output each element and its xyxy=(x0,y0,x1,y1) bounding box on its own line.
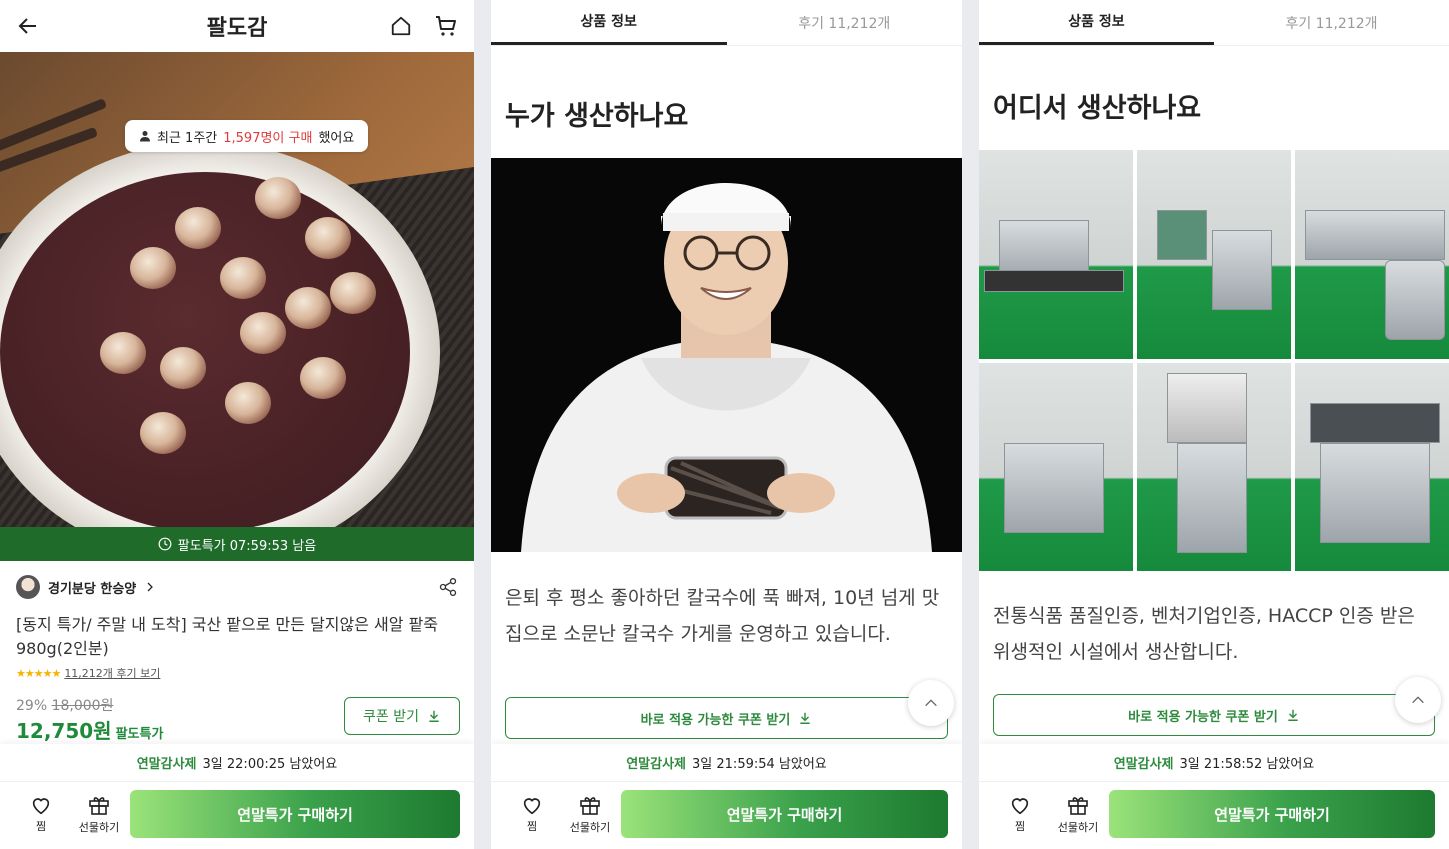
sale-price: 12,750원 xyxy=(16,719,112,743)
facility-photo xyxy=(1137,150,1291,359)
facility-panel: 상품 정보 후기 11,212개 어디서 생산하나요 전통식품 품질인증, 벤처… xyxy=(979,0,1449,849)
cart-icon[interactable] xyxy=(434,14,458,38)
coupon-wide-button[interactable]: 바로 적용 가능한 쿠폰 받기 xyxy=(505,697,948,739)
facility-photo-grid xyxy=(979,150,1449,571)
event-banner: 연말감사제 3일 21:58:52 남았어요 xyxy=(979,744,1449,782)
deal-timer-text: 팔도특가 07:59:53 남음 xyxy=(177,538,317,554)
facility-photo xyxy=(1295,150,1449,359)
coupon-button[interactable]: 쿠폰 받기 xyxy=(344,697,460,735)
badge-prefix: 최근 1주간 xyxy=(157,130,218,146)
producer-photo xyxy=(491,158,962,552)
badge-highlight: 1,597명이 구매 xyxy=(223,130,313,146)
wish-label: 찜 xyxy=(1014,820,1026,833)
person-icon xyxy=(139,130,151,142)
event-countdown: 3일 21:59:54 남았어요 xyxy=(692,757,827,772)
seller-row: 경기분당 한승양 xyxy=(0,561,474,605)
chevron-right-icon xyxy=(144,581,156,593)
detail-tabs: 상품 정보 후기 11,212개 xyxy=(491,0,962,46)
coupon-wide-button[interactable]: 바로 적용 가능한 쿠폰 받기 xyxy=(993,694,1435,736)
back-arrow-icon[interactable] xyxy=(16,14,40,38)
buy-button[interactable]: 연말특가 구매하기 xyxy=(621,790,948,838)
recent-purchase-badge: 최근 1주간 1,597명이 구매 했어요 xyxy=(125,120,369,152)
gift-icon xyxy=(1066,793,1090,817)
section-heading: 어디서 생산하나요 xyxy=(993,93,1202,124)
heart-icon xyxy=(30,794,52,816)
facility-photo xyxy=(1137,362,1291,571)
gift-icon xyxy=(87,793,111,817)
price-area: 29% 18,000원 12,750원 팔도특가 쿠폰 받기 xyxy=(0,685,474,745)
gift-icon xyxy=(578,793,602,817)
deal-timer-bar: 팔도특가 07:59:53 남음 xyxy=(0,527,474,561)
badge-suffix: 했어요 xyxy=(318,130,355,146)
tab-reviews[interactable]: 후기 11,212개 xyxy=(727,0,963,45)
wish-button[interactable]: 찜 xyxy=(503,794,561,834)
tab-product-info[interactable]: 상품 정보 xyxy=(979,0,1214,45)
facility-photo xyxy=(979,362,1133,571)
bottom-bar: 연말감사제 3일 21:59:54 남았어요 찜 선물하기 연말특가 구매하기 xyxy=(491,744,962,849)
product-panel: 팔도감 최근 1주간 1,597명이 구매 했어요 팔도특가 07:59:53 … xyxy=(0,0,474,849)
heart-icon xyxy=(1009,794,1031,816)
gift-button[interactable]: 선물하기 xyxy=(1049,793,1107,835)
tab-reviews[interactable]: 후기 11,212개 xyxy=(1214,0,1449,45)
home-icon[interactable] xyxy=(390,14,412,38)
event-name: 연말감사제 xyxy=(136,757,197,772)
section-heading: 누가 생산하나요 xyxy=(505,101,689,132)
event-name: 연말감사제 xyxy=(626,757,687,772)
detail-tabs: 상품 정보 후기 11,212개 xyxy=(979,0,1449,46)
coupon-label: 쿠폰 받기 xyxy=(363,709,419,725)
event-countdown: 3일 21:58:52 남았어요 xyxy=(1179,757,1315,772)
gift-button[interactable]: 선물하기 xyxy=(70,793,128,835)
gift-label: 선물하기 xyxy=(1057,821,1099,834)
wish-button[interactable]: 찜 xyxy=(12,794,70,834)
scroll-top-button[interactable] xyxy=(1395,677,1441,723)
gift-label: 선물하기 xyxy=(569,821,611,834)
seller-name: 경기분당 한승양 xyxy=(48,581,137,597)
app-header: 팔도감 xyxy=(0,0,474,52)
seller-link[interactable]: 경기분당 한승양 xyxy=(16,575,156,599)
wish-button[interactable]: 찜 xyxy=(991,794,1049,834)
producer-panel: 상품 정보 후기 11,212개 누가 생산하나요 은퇴 후 평소 좋아하던 칼… xyxy=(491,0,962,849)
coupon-wide-label: 바로 적용 가능한 쿠폰 받기 xyxy=(640,712,791,728)
share-icon[interactable] xyxy=(438,577,458,597)
chevron-up-icon xyxy=(923,695,939,711)
download-icon xyxy=(1286,708,1300,722)
buy-button[interactable]: 연말특가 구매하기 xyxy=(1109,790,1435,838)
price-tag: 팔도특가 xyxy=(115,727,164,742)
wish-label: 찜 xyxy=(35,820,47,833)
bottom-bar: 연말감사제 3일 22:00:25 남았어요 찜 선물하기 연말특가 구매하기 xyxy=(0,744,474,849)
rating-stars: ★★★★★ xyxy=(16,666,61,680)
original-price: 18,000원 xyxy=(51,698,114,714)
facility-photo xyxy=(979,150,1133,359)
download-icon xyxy=(798,711,812,725)
buy-button[interactable]: 연말특가 구매하기 xyxy=(130,790,460,838)
event-countdown: 3일 22:00:25 남았어요 xyxy=(202,757,338,772)
discount-percent: 29% xyxy=(16,698,48,714)
seller-avatar xyxy=(16,575,40,599)
section-description: 은퇴 후 평소 좋아하던 칼국수에 푹 빠져, 10년 넘게 맛집으로 소문난 … xyxy=(505,587,940,645)
bottom-bar: 연말감사제 3일 21:58:52 남았어요 찜 선물하기 연말특가 구매하기 xyxy=(979,744,1449,849)
heart-icon xyxy=(521,794,543,816)
tab-product-info[interactable]: 상품 정보 xyxy=(491,0,727,45)
product-title: [동지 특가/ 주말 내 도착] 국산 팥으로 만든 달지않은 새알 팥죽 98… xyxy=(16,615,439,658)
download-icon xyxy=(427,709,441,723)
event-name: 연말감사제 xyxy=(1113,757,1174,772)
facility-photo xyxy=(1295,362,1449,571)
rating-row: ★★★★★ 11,212개 후기 보기 xyxy=(0,661,474,685)
gift-label: 선물하기 xyxy=(78,821,120,834)
event-banner: 연말감사제 3일 21:59:54 남았어요 xyxy=(491,744,962,782)
section-description: 전통식품 품질인증, 벤처기업인증, HACCP 인증 받은 위생적인 시설에서… xyxy=(993,605,1415,663)
wish-label: 찜 xyxy=(526,820,538,833)
clock-icon xyxy=(158,537,172,551)
chevron-up-icon xyxy=(1410,692,1426,708)
gift-button[interactable]: 선물하기 xyxy=(561,793,619,835)
coupon-wide-label: 바로 적용 가능한 쿠폰 받기 xyxy=(1128,709,1278,725)
product-image: 최근 1주간 1,597명이 구매 했어요 xyxy=(0,52,474,527)
review-link[interactable]: 11,212개 후기 보기 xyxy=(64,665,160,681)
event-banner: 연말감사제 3일 22:00:25 남았어요 xyxy=(0,744,474,782)
scroll-top-button[interactable] xyxy=(908,680,954,726)
